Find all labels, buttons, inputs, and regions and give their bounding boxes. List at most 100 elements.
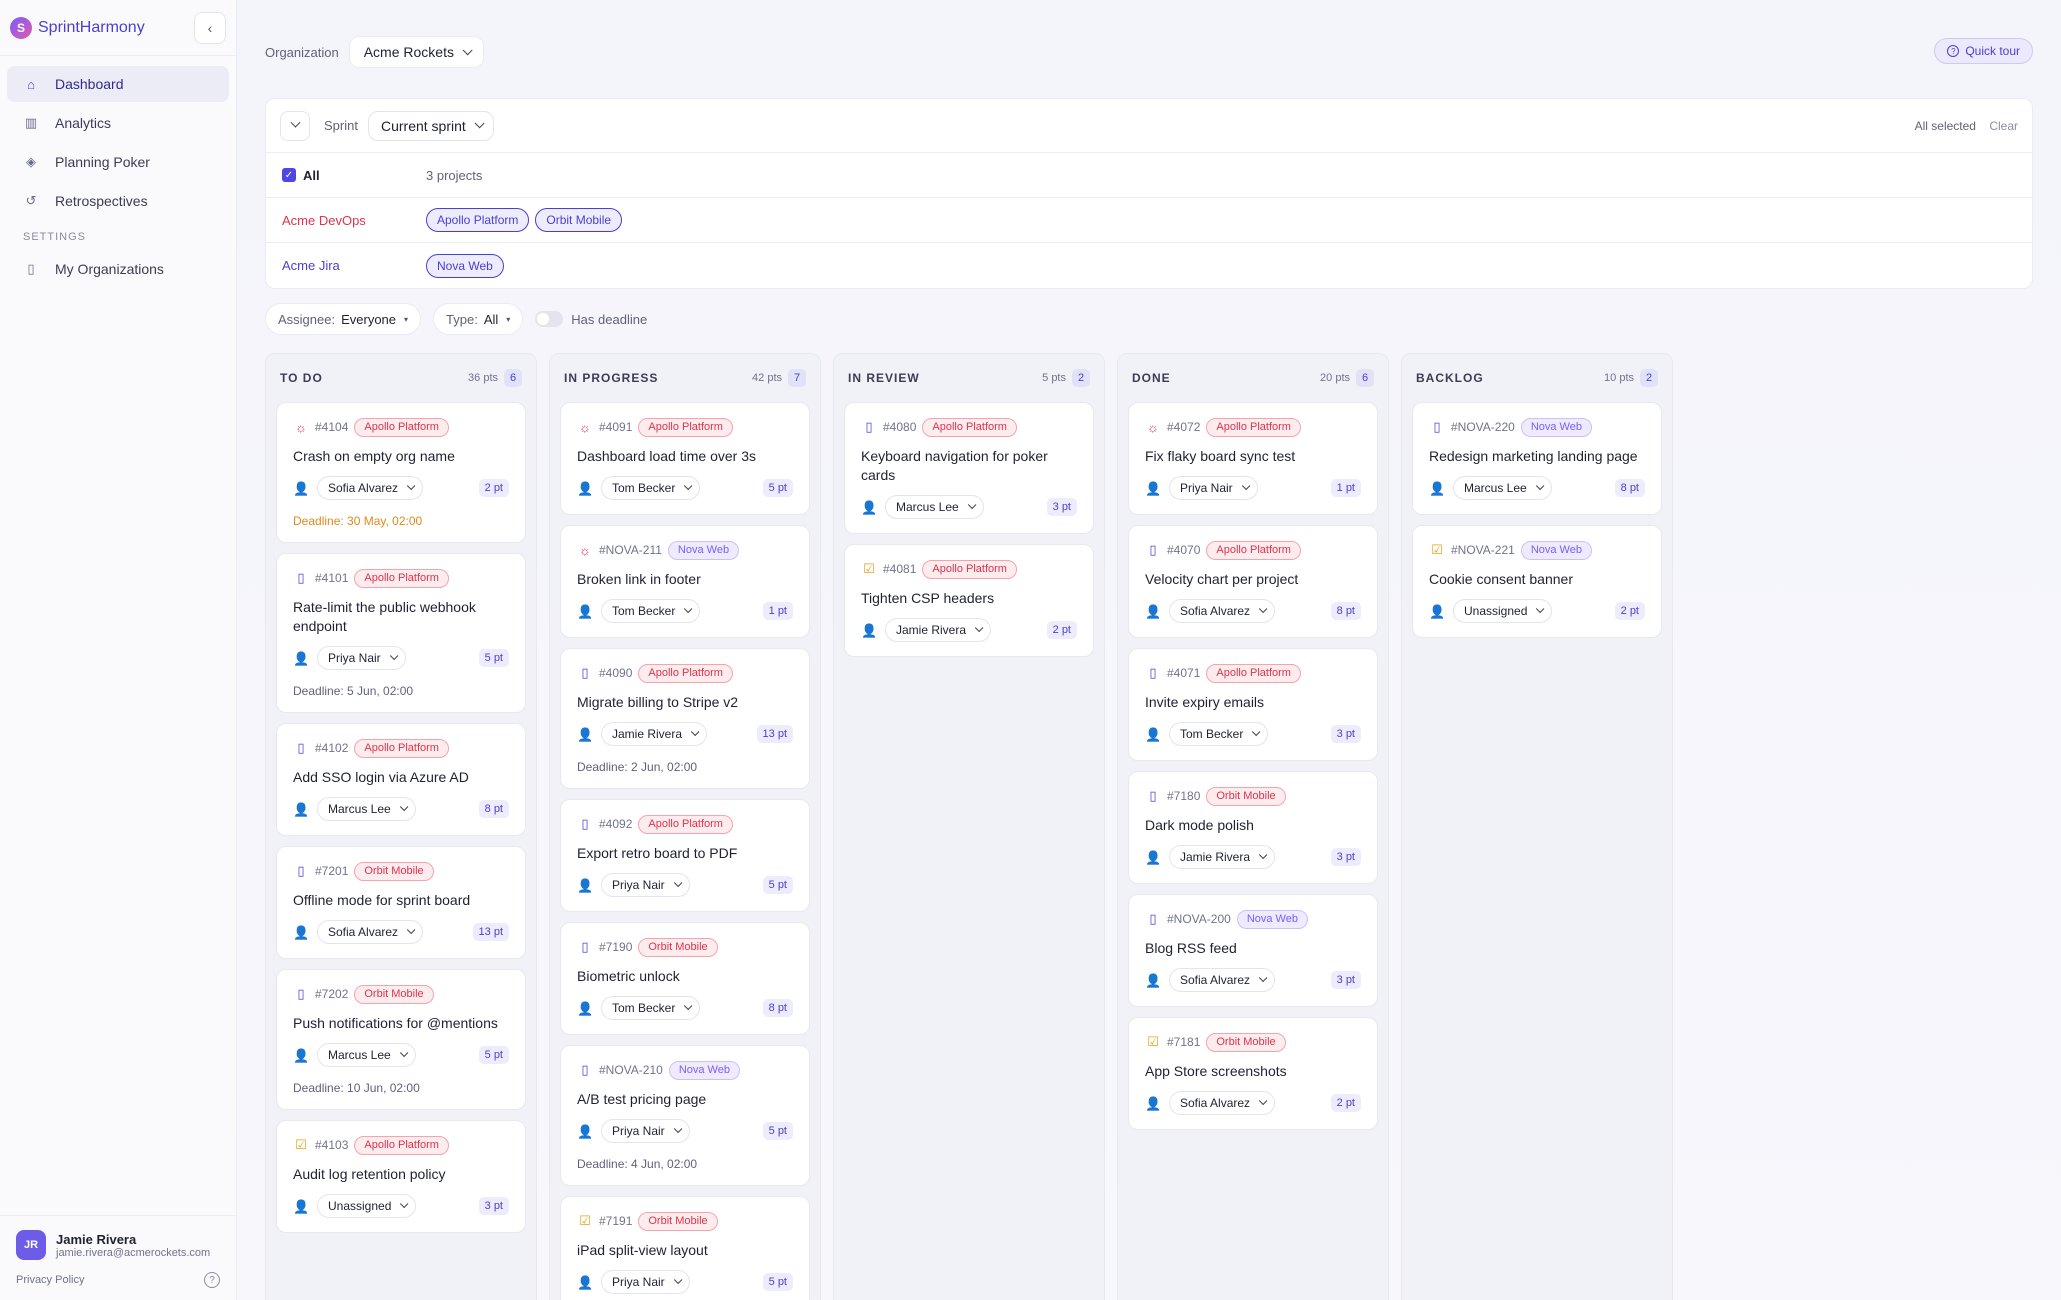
task-card[interactable]: ☑ #4103 Apollo Platform Audit log retent… bbox=[276, 1120, 526, 1233]
task-card[interactable]: ▯ #4070 Apollo Platform Velocity chart p… bbox=[1128, 525, 1378, 638]
task-id: #4081 bbox=[883, 562, 917, 576]
project-chip-apollo-platform[interactable]: Apollo Platform bbox=[426, 208, 530, 232]
task-card[interactable]: ▯ #4090 Apollo Platform Migrate billing … bbox=[560, 648, 810, 789]
help-icon[interactable]: ? bbox=[204, 1272, 220, 1288]
org-filter-acme-devops[interactable]: Acme DevOps bbox=[282, 213, 366, 228]
person-icon: 👤 bbox=[1145, 481, 1162, 496]
assignee-select[interactable]: Jamie Rivera bbox=[601, 722, 708, 746]
assignee-select[interactable]: Sofia Alvarez bbox=[1169, 1091, 1276, 1115]
sidebar-item-my-organizations[interactable]: ▯ My Organizations bbox=[7, 251, 229, 287]
type-filter[interactable]: Type: All ▾ bbox=[433, 303, 524, 335]
assignee-select[interactable]: Unassigned bbox=[317, 1194, 417, 1218]
sidebar-item-retrospectives[interactable]: ↺ Retrospectives bbox=[7, 183, 229, 219]
sidebar-item-analytics[interactable]: ▥ Analytics bbox=[7, 105, 229, 141]
task-card[interactable]: ☼ #4091 Apollo Platform Dashboard load t… bbox=[560, 402, 810, 515]
assignee-select[interactable]: Priya Nair bbox=[601, 1270, 690, 1294]
app-name: SprintHarmony bbox=[38, 18, 145, 36]
person-icon: 👤 bbox=[1145, 850, 1162, 865]
book-icon: ▯ bbox=[297, 740, 305, 755]
assignee-select[interactable]: Unassigned bbox=[1453, 599, 1553, 623]
book-icon: ▯ bbox=[1149, 665, 1157, 680]
assignee-select[interactable]: Sofia Alvarez bbox=[317, 476, 424, 500]
task-card[interactable]: ▯ #4071 Apollo Platform Invite expiry em… bbox=[1128, 648, 1378, 761]
assignee-select[interactable]: Sofia Alvarez bbox=[317, 920, 424, 944]
story-points-badge: 1 pt bbox=[762, 602, 793, 620]
assignee-select[interactable]: Tom Becker bbox=[601, 476, 701, 500]
chevron-down-icon bbox=[1258, 850, 1268, 860]
task-card[interactable]: ☼ #4104 Apollo Platform Crash on empty o… bbox=[276, 402, 526, 543]
assignee-select[interactable]: Priya Nair bbox=[601, 1119, 690, 1143]
chevron-left-icon: ‹ bbox=[207, 19, 213, 36]
question-icon: ? bbox=[1947, 45, 1960, 57]
story-points-badge: 2 pt bbox=[1046, 621, 1077, 639]
task-card[interactable]: ▯ #NOVA-220 Nova Web Redesign marketing … bbox=[1412, 402, 1662, 515]
sidebar-item-dashboard[interactable]: ⌂ Dashboard bbox=[7, 66, 229, 102]
task-card[interactable]: ☑ #NOVA-221 Nova Web Cookie consent bann… bbox=[1412, 525, 1662, 638]
column-points: 10 pts bbox=[1604, 372, 1634, 384]
project-badge: Orbit Mobile bbox=[354, 861, 434, 881]
task-card[interactable]: ▯ #7201 Orbit Mobile Offline mode for sp… bbox=[276, 846, 526, 959]
assignee-name: Sofia Alvarez bbox=[1180, 604, 1251, 618]
task-card[interactable]: ▯ #NOVA-210 Nova Web A/B test pricing pa… bbox=[560, 1045, 810, 1186]
project-chip-nova-web[interactable]: Nova Web bbox=[426, 253, 504, 278]
task-card[interactable]: ☼ #NOVA-211 Nova Web Broken link in foot… bbox=[560, 525, 810, 638]
sprint-select[interactable]: Current sprint bbox=[367, 110, 494, 141]
story-points-badge: 5 pt bbox=[762, 479, 793, 497]
story-points-badge: 1 pt bbox=[1330, 479, 1361, 497]
assignee-select[interactable]: Marcus Lee bbox=[317, 1043, 416, 1067]
task-card[interactable]: ☑ #4081 Apollo Platform Tighten CSP head… bbox=[844, 544, 1094, 657]
filter-collapse-button[interactable] bbox=[280, 110, 310, 141]
project-badge: Nova Web bbox=[668, 1060, 740, 1080]
task-id: #7181 bbox=[1167, 1035, 1201, 1049]
org-filter-acme-jira[interactable]: Acme Jira bbox=[282, 258, 340, 273]
story-points-badge: 3 pt bbox=[1330, 725, 1361, 743]
task-card[interactable]: ☼ #4072 Apollo Platform Fix flaky board … bbox=[1128, 402, 1378, 515]
assignee-select[interactable]: Sofia Alvarez bbox=[1169, 599, 1276, 623]
task-card[interactable]: ☑ #7181 Orbit Mobile App Store screensho… bbox=[1128, 1017, 1378, 1130]
board-filters: Assignee: Everyone ▾ Type: All ▾ Has dea… bbox=[265, 289, 2033, 349]
assignee-select[interactable]: Tom Becker bbox=[1169, 722, 1269, 746]
task-id: #4102 bbox=[315, 741, 349, 755]
assignee-select[interactable]: Priya Nair bbox=[601, 873, 690, 897]
task-card[interactable]: ▯ #4092 Apollo Platform Export retro boa… bbox=[560, 799, 810, 912]
task-id: #4070 bbox=[1167, 543, 1201, 557]
task-card[interactable]: ▯ #7190 Orbit Mobile Biometric unlock 👤 … bbox=[560, 922, 810, 1035]
assignee-select[interactable]: Tom Becker bbox=[601, 996, 701, 1020]
task-card[interactable]: ▯ #4080 Apollo Platform Keyboard navigat… bbox=[844, 402, 1094, 534]
assignee-select[interactable]: Tom Becker bbox=[601, 599, 701, 623]
assignee-select[interactable]: Marcus Lee bbox=[1453, 476, 1552, 500]
assignee-filter[interactable]: Assignee: Everyone ▾ bbox=[265, 303, 422, 335]
user-profile[interactable]: JR Jamie Rivera jamie.rivera@acmerockets… bbox=[16, 1230, 220, 1260]
task-card[interactable]: ▯ #4102 Apollo Platform Add SSO login vi… bbox=[276, 723, 526, 836]
task-title: Biometric unlock bbox=[577, 968, 680, 984]
story-points-badge: 2 pt bbox=[1614, 602, 1645, 620]
task-card[interactable]: ▯ #NOVA-200 Nova Web Blog RSS feed 👤 Sof… bbox=[1128, 894, 1378, 1007]
assignee-select[interactable]: Marcus Lee bbox=[885, 495, 984, 519]
person-icon: 👤 bbox=[577, 1275, 594, 1290]
all-checkbox[interactable]: ✓ bbox=[282, 168, 296, 182]
project-chip-orbit-mobile[interactable]: Orbit Mobile bbox=[535, 208, 623, 232]
board-column: IN PROGRESS 42 pts 7 ☼ #4091 Apollo Plat… bbox=[549, 353, 821, 1300]
column-title: BACKLOG bbox=[1416, 371, 1484, 385]
assignee-select[interactable]: Marcus Lee bbox=[317, 797, 416, 821]
assignee-select[interactable]: Jamie Rivera bbox=[1169, 845, 1276, 869]
assignee-select[interactable]: Priya Nair bbox=[1169, 476, 1258, 500]
task-card[interactable]: ▯ #4101 Apollo Platform Rate-limit the p… bbox=[276, 553, 526, 713]
organization-select[interactable]: Acme Rockets bbox=[348, 36, 484, 68]
has-deadline-toggle[interactable] bbox=[535, 311, 564, 327]
quick-tour-button[interactable]: ? Quick tour bbox=[1934, 38, 2033, 64]
privacy-policy-link[interactable]: Privacy Policy bbox=[16, 1274, 84, 1286]
collapse-sidebar-button[interactable]: ‹ bbox=[194, 11, 226, 44]
assignee-select[interactable]: Jamie Rivera bbox=[885, 618, 992, 642]
project-badge: Apollo Platform bbox=[638, 814, 733, 834]
task-card[interactable]: ☑ #7191 Orbit Mobile iPad split-view lay… bbox=[560, 1196, 810, 1300]
task-card[interactable]: ▯ #7180 Orbit Mobile Dark mode polish 👤 … bbox=[1128, 771, 1378, 884]
assignee-select[interactable]: Sofia Alvarez bbox=[1169, 968, 1276, 992]
assignee-select[interactable]: Priya Nair bbox=[317, 646, 406, 670]
bug-icon: ☼ bbox=[1147, 419, 1159, 435]
task-card[interactable]: ▯ #7202 Orbit Mobile Push notifications … bbox=[276, 969, 526, 1110]
clear-button[interactable]: Clear bbox=[1989, 119, 2018, 133]
task-title: Dark mode polish bbox=[1145, 817, 1254, 833]
sidebar-item-planning-poker[interactable]: ◈ Planning Poker bbox=[7, 144, 229, 180]
project-badge: Apollo Platform bbox=[354, 417, 449, 437]
